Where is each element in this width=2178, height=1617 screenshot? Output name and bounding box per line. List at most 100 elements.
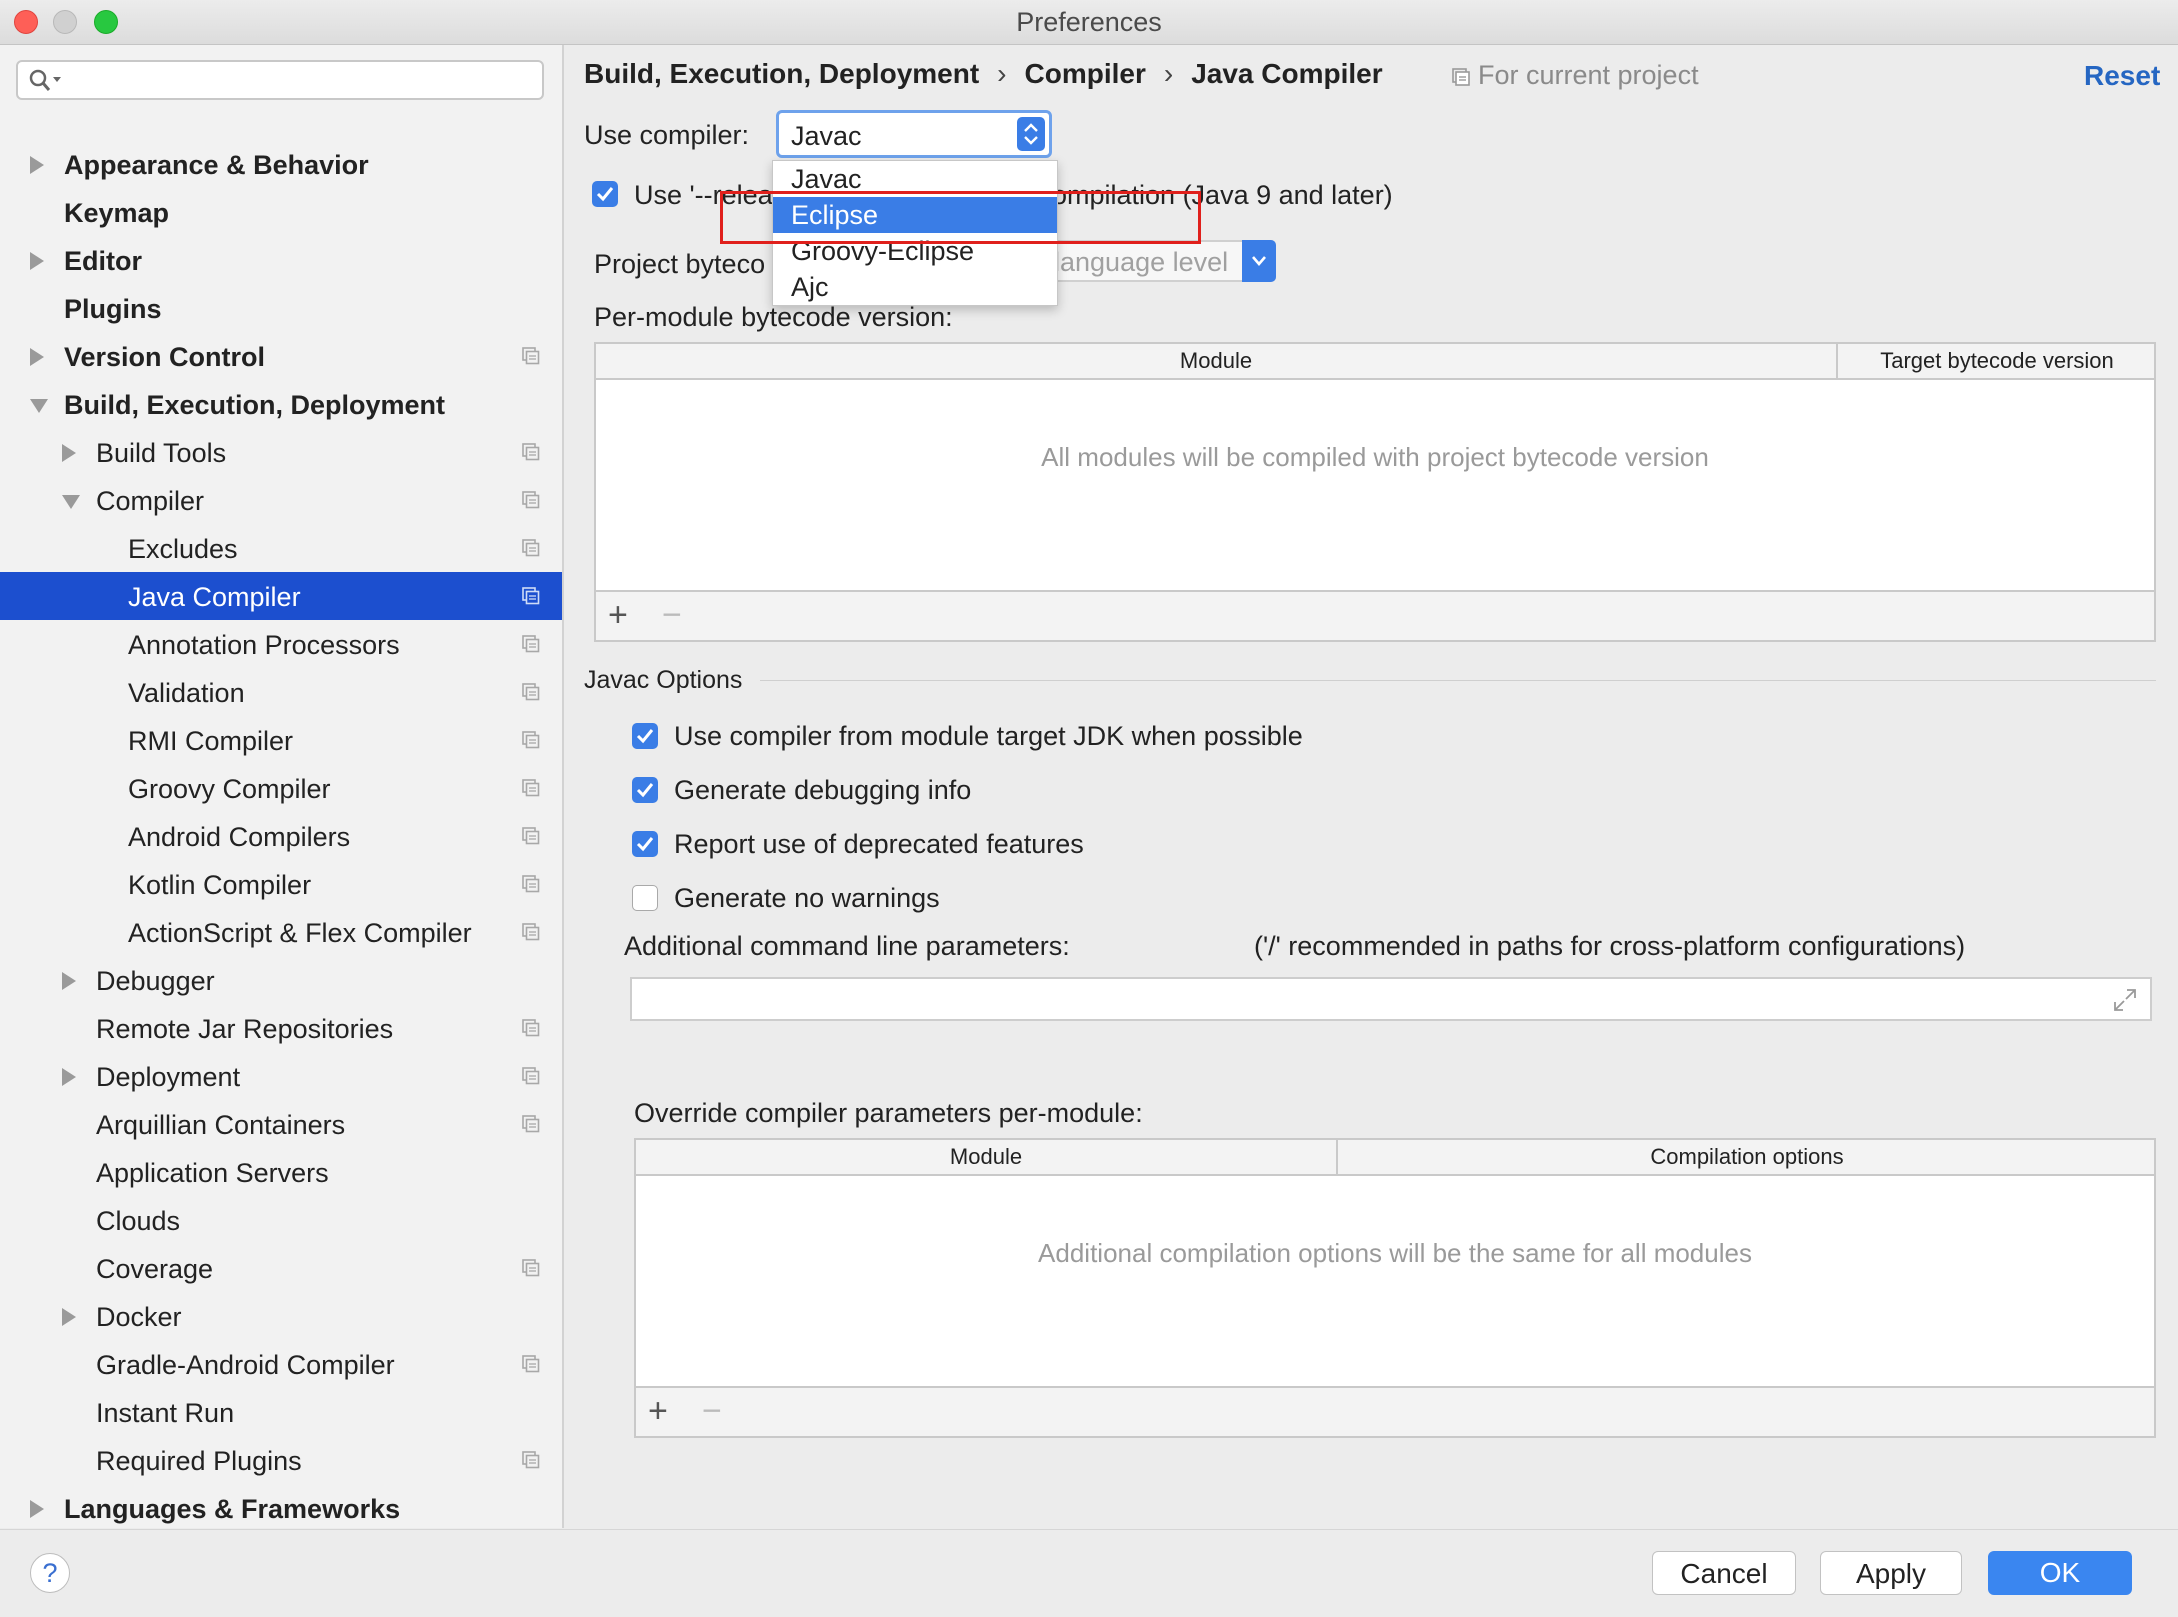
help-button[interactable]: ? <box>30 1553 70 1593</box>
remove-icon[interactable]: − <box>662 598 682 632</box>
sidebar-item[interactable]: Version Control <box>0 332 562 380</box>
sidebar-item[interactable]: Required Plugins <box>0 1436 562 1484</box>
sidebar-item[interactable]: Debugger <box>0 956 562 1004</box>
sidebar-item-label: Instant Run <box>96 1398 235 1428</box>
additional-params-hint: ('/' recommended in paths for cross-plat… <box>1254 931 1966 961</box>
collapsed-arrow-icon[interactable] <box>62 1068 76 1086</box>
title-bar: Preferences <box>0 0 2178 45</box>
javac-option-label: Generate no warnings <box>674 883 940 913</box>
javac-option-checkbox[interactable] <box>632 885 658 911</box>
sidebar-item-label: Groovy Compiler <box>128 774 331 804</box>
collapsed-arrow-icon[interactable] <box>62 1308 76 1326</box>
sidebar-item[interactable]: Build, Execution, Deployment <box>0 380 562 428</box>
project-level-icon <box>522 443 540 461</box>
sidebar-item[interactable]: Android Compilers <box>0 812 562 860</box>
sidebar-item[interactable]: Languages & Frameworks <box>0 1484 562 1528</box>
column-header-target-bytecode[interactable]: Target bytecode version <box>1838 348 2156 374</box>
collapsed-arrow-icon[interactable] <box>30 1500 44 1518</box>
apply-button[interactable]: Apply <box>1820 1551 1962 1595</box>
breadcrumb-separator: › <box>997 58 1007 89</box>
javac-option-checkbox[interactable] <box>632 831 658 857</box>
add-icon[interactable]: + <box>648 1394 668 1428</box>
sidebar-item[interactable]: Annotation Processors <box>0 620 562 668</box>
column-header-module[interactable]: Module <box>636 1144 1336 1170</box>
sidebar-item[interactable]: Remote Jar Repositories <box>0 1004 562 1052</box>
column-header-compilation-options[interactable]: Compilation options <box>1338 1144 2156 1170</box>
project-level-icon <box>522 347 540 365</box>
settings-sidebar: Appearance & Behavior Keymap Editor Plugins… <box>0 45 564 1528</box>
sidebar-item[interactable]: Excludes <box>0 524 562 572</box>
sidebar-item[interactable]: Deployment <box>0 1052 562 1100</box>
sidebar-item[interactable]: Coverage <box>0 1244 562 1292</box>
table-toolbar: + − <box>596 590 2154 640</box>
collapsed-arrow-icon[interactable] <box>30 348 44 366</box>
reset-link[interactable]: Reset <box>2084 60 2160 92</box>
sidebar-item[interactable]: Clouds <box>0 1196 562 1244</box>
table-header: Module Compilation options <box>636 1140 2154 1176</box>
sidebar-item[interactable]: Keymap <box>0 188 562 236</box>
breadcrumb-item[interactable]: Compiler <box>1025 58 1146 89</box>
sidebar-item-label: Build Tools <box>96 438 227 468</box>
sidebar-item[interactable]: Docker <box>0 1292 562 1340</box>
window-title: Preferences <box>1016 7 1162 37</box>
bytecode-version-dropdown[interactable]: language level <box>1024 240 1276 282</box>
checkmark-icon <box>636 837 654 852</box>
compiler-option[interactable]: Ajc <box>773 269 1057 305</box>
sidebar-item-label: Clouds <box>96 1206 181 1236</box>
sidebar-item[interactable]: ActionScript & Flex Compiler <box>0 908 562 956</box>
release-option-checkbox[interactable] <box>592 181 618 207</box>
cancel-button[interactable]: Cancel <box>1652 1551 1796 1595</box>
sidebar-item[interactable]: Plugins <box>0 284 562 332</box>
expanded-arrow-icon[interactable] <box>30 399 48 413</box>
project-level-icon <box>522 1115 540 1133</box>
sidebar-item[interactable]: Editor <box>0 236 562 284</box>
checkmark-icon <box>636 783 654 798</box>
sidebar-item[interactable]: Instant Run <box>0 1388 562 1436</box>
additional-params-label: Additional command line parameters: <box>624 931 1070 961</box>
collapsed-arrow-icon[interactable] <box>62 444 76 462</box>
sidebar-item-label: Arquillian Containers <box>96 1110 346 1140</box>
javac-option-label: Use compiler from module target JDK when… <box>674 721 1303 751</box>
sidebar-item-label: Gradle-Android Compiler <box>96 1350 395 1380</box>
add-icon[interactable]: + <box>608 598 628 632</box>
javac-option-checkbox[interactable] <box>632 723 658 749</box>
ok-button[interactable]: OK <box>1988 1551 2132 1595</box>
project-level-icon <box>522 587 540 605</box>
sidebar-item-label: Application Servers <box>96 1158 329 1188</box>
additional-params-input[interactable] <box>630 977 2152 1021</box>
sidebar-item-label: RMI Compiler <box>128 726 294 756</box>
sidebar-item[interactable]: Kotlin Compiler <box>0 860 562 908</box>
search-icon <box>29 69 61 91</box>
bytecode-version-value: language level <box>1054 247 1229 277</box>
remove-icon[interactable]: − <box>702 1394 722 1428</box>
column-header-module[interactable]: Module <box>596 348 1836 374</box>
sidebar-item[interactable]: Build Tools <box>0 428 562 476</box>
expanded-arrow-icon[interactable] <box>62 495 80 509</box>
sidebar-item[interactable]: RMI Compiler <box>0 716 562 764</box>
compiler-option-label: Ajc <box>791 272 829 302</box>
sidebar-item[interactable]: Groovy Compiler <box>0 764 562 812</box>
sidebar-item[interactable]: Compiler <box>0 476 562 524</box>
collapsed-arrow-icon[interactable] <box>30 252 44 270</box>
project-level-icon <box>522 827 540 845</box>
sidebar-item-label: Plugins <box>64 294 162 324</box>
sidebar-item[interactable]: Appearance & Behavior <box>0 140 562 188</box>
sidebar-item[interactable]: Arquillian Containers <box>0 1100 562 1148</box>
search-field[interactable] <box>16 60 544 100</box>
expand-icon[interactable] <box>2112 987 2138 1013</box>
collapsed-arrow-icon[interactable] <box>62 972 76 990</box>
search-input[interactable] <box>68 66 532 96</box>
project-level-icon <box>522 923 540 941</box>
javac-option-checkbox[interactable] <box>632 777 658 803</box>
sidebar-item[interactable]: Application Servers <box>0 1148 562 1196</box>
collapsed-arrow-icon[interactable] <box>30 156 44 174</box>
sidebar-item[interactable]: Gradle-Android Compiler <box>0 1340 562 1388</box>
compiler-dropdown[interactable]: Javac <box>776 110 1052 158</box>
override-params-label: Override compiler parameters per-module: <box>634 1098 1143 1128</box>
sidebar-item[interactable]: Java Compiler <box>0 572 562 620</box>
sidebar-item-label: Docker <box>96 1302 182 1332</box>
sidebar-item-label: Deployment <box>96 1062 241 1092</box>
breadcrumb-item[interactable]: Build, Execution, Deployment <box>584 58 979 89</box>
breadcrumb-separator: › <box>1163 58 1174 89</box>
sidebar-item[interactable]: Validation <box>0 668 562 716</box>
